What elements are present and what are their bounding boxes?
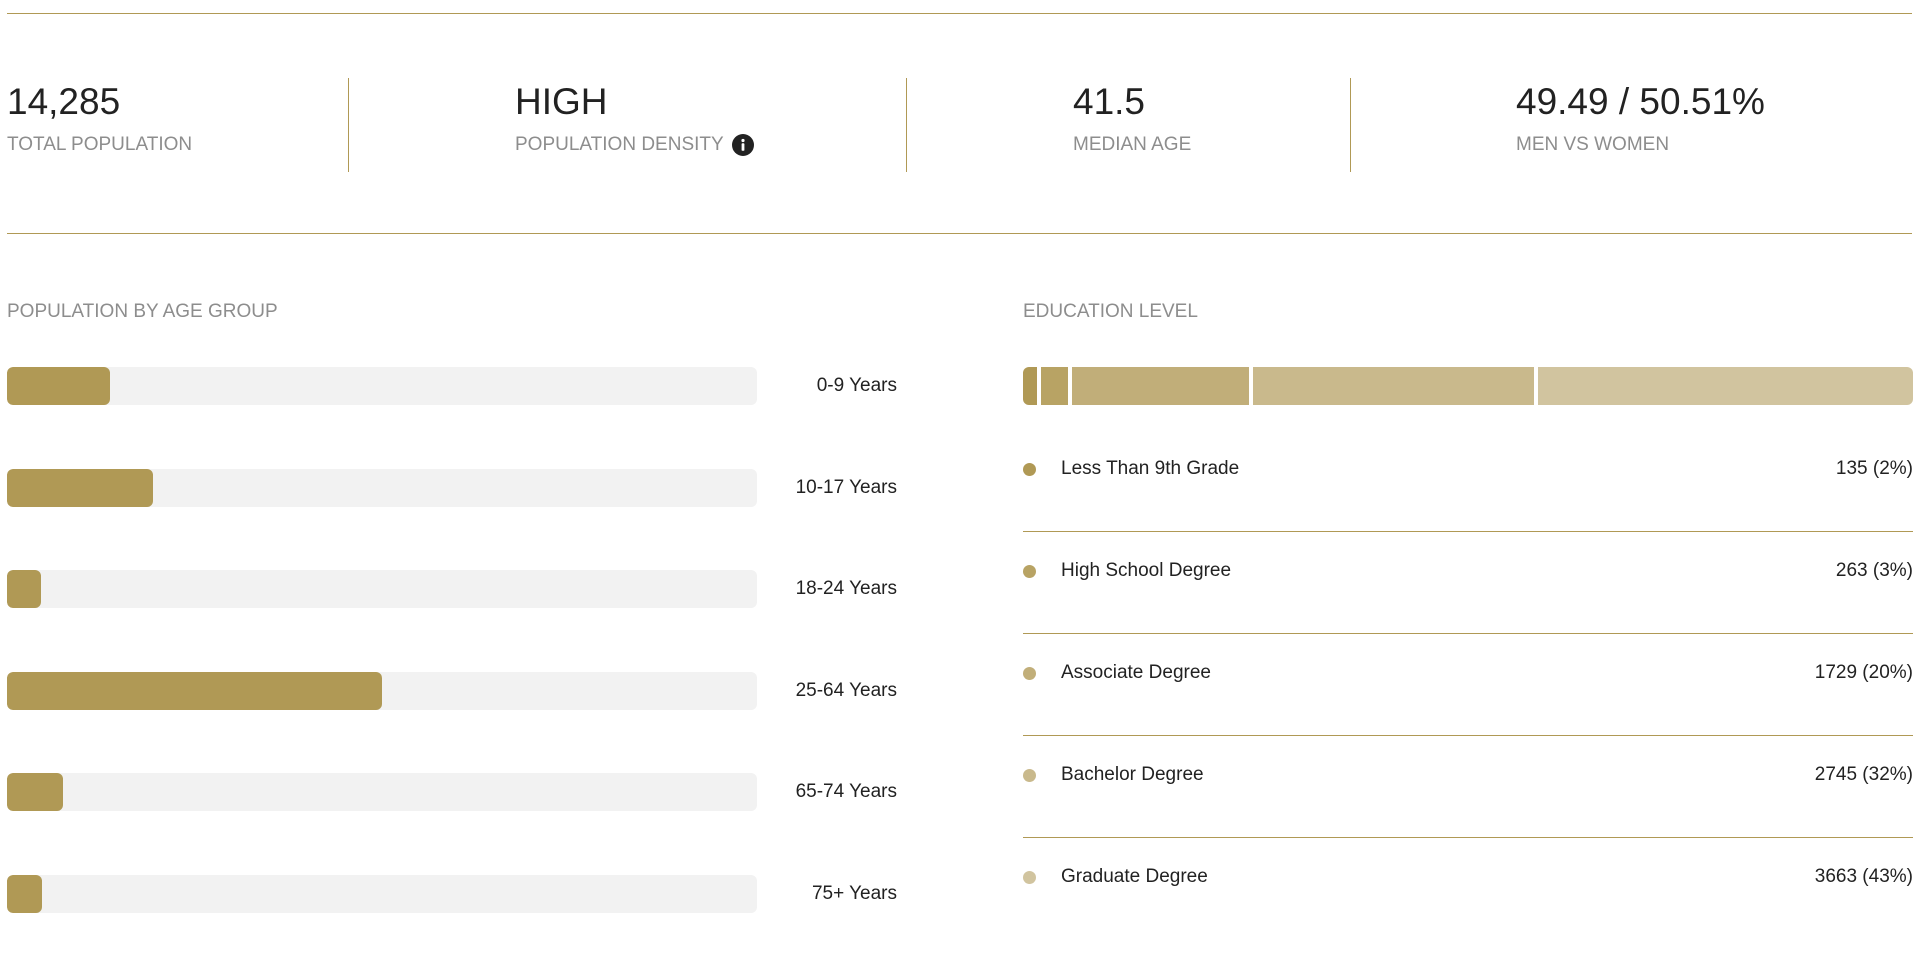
age-section-title: POPULATION BY AGE GROUP — [7, 301, 278, 322]
stat-value: HIGH — [515, 81, 608, 122]
age-bar-fill — [7, 570, 41, 608]
stat-value: 49.49 / 50.51% — [1516, 81, 1765, 122]
legend-dot-icon — [1023, 871, 1036, 884]
education-level-name: Associate Degree — [1061, 662, 1211, 683]
age-group-row: 75+ Years — [7, 875, 897, 915]
stat-men-vs-women: 49.49 / 50.51% MEN VS WOMEN — [1516, 60, 1765, 156]
age-group-row: 25-64 Years — [7, 672, 897, 712]
age-bar-track — [7, 875, 757, 913]
legend-dot-icon — [1023, 667, 1036, 680]
stat-value: 41.5 — [1073, 81, 1146, 122]
age-bar-fill — [7, 773, 63, 811]
education-bar-segment — [1071, 367, 1249, 405]
legend-dot-icon — [1023, 565, 1036, 578]
education-level-value: 3663 (43%) — [1814, 866, 1913, 887]
age-group-label: 65-74 Years — [795, 781, 897, 802]
education-list-item: Bachelor Degree 2745 (32%) — [1023, 736, 1913, 838]
stat-separator — [906, 78, 907, 172]
education-level-value: 1729 (20%) — [1814, 662, 1913, 683]
education-list-item: Associate Degree 1729 (20%) — [1023, 634, 1913, 736]
age-group-row: 18-24 Years — [7, 570, 897, 610]
age-bar-fill — [7, 875, 42, 913]
age-bar-track — [7, 773, 757, 811]
education-list-item: High School Degree 263 (3%) — [1023, 532, 1913, 634]
stat-total-population: 14,285 TOTAL POPULATION — [7, 60, 192, 156]
education-level-value: 135 (2%) — [1835, 458, 1913, 479]
education-level-name: Graduate Degree — [1061, 866, 1208, 887]
stat-label: POPULATION DENSITY — [515, 134, 754, 156]
stat-label: TOTAL POPULATION — [7, 134, 192, 156]
stat-label-text: POPULATION DENSITY — [515, 134, 724, 155]
education-bar-segment — [1040, 367, 1068, 405]
education-bar-segment — [1023, 367, 1037, 405]
age-group-row: 0-9 Years — [7, 367, 897, 407]
stat-label: MEDIAN AGE — [1073, 134, 1191, 156]
stat-median-age: 41.5 MEDIAN AGE — [1073, 60, 1191, 156]
age-bar-fill — [7, 469, 153, 507]
education-level-name: Bachelor Degree — [1061, 764, 1204, 785]
education-level-value: 2745 (32%) — [1814, 764, 1913, 785]
stat-label: MEN VS WOMEN — [1516, 134, 1765, 156]
age-group-label: 0-9 Years — [816, 375, 897, 396]
age-group-row: 10-17 Years — [7, 469, 897, 509]
age-bar-fill — [7, 672, 382, 710]
legend-dot-icon — [1023, 769, 1036, 782]
age-bar-track — [7, 672, 757, 710]
education-level-name: High School Degree — [1061, 560, 1232, 581]
age-group-label: 25-64 Years — [795, 680, 897, 701]
education-list-item: Less Than 9th Grade 135 (2%) — [1023, 430, 1913, 532]
age-bar-track — [7, 570, 757, 608]
education-bar-segment — [1252, 367, 1534, 405]
education-level-value: 263 (3%) — [1835, 560, 1913, 581]
education-legend-list: Less Than 9th Grade 135 (2%) High School… — [1023, 430, 1913, 940]
stat-value: 14,285 — [7, 81, 121, 122]
stat-label-text: MEN VS WOMEN — [1516, 134, 1670, 155]
stat-label-text: TOTAL POPULATION — [7, 134, 193, 155]
education-section-title: EDUCATION LEVEL — [1023, 301, 1198, 322]
age-group-label: 18-24 Years — [795, 578, 897, 599]
education-level-name: Less Than 9th Grade — [1061, 458, 1240, 479]
education-bar-segment — [1537, 367, 1913, 405]
education-stacked-bar — [1023, 367, 1913, 405]
education-list-item: Graduate Degree 3663 (43%) — [1023, 838, 1913, 940]
age-bar-track — [7, 367, 757, 405]
stats-bottom-divider — [7, 233, 1912, 234]
stat-separator — [348, 78, 349, 172]
stat-separator — [1350, 78, 1351, 172]
top-divider — [7, 13, 1912, 14]
age-bar-track — [7, 469, 757, 507]
age-bar-fill — [7, 367, 110, 405]
stat-population-density: HIGH POPULATION DENSITY — [515, 60, 754, 156]
age-group-row: 65-74 Years — [7, 773, 897, 813]
legend-dot-icon — [1023, 463, 1036, 476]
info-icon[interactable] — [731, 134, 754, 156]
age-group-label: 75+ Years — [811, 883, 897, 904]
stat-label-text: MEDIAN AGE — [1073, 134, 1192, 155]
age-group-label: 10-17 Years — [795, 477, 897, 498]
stats-row: 14,285 TOTAL POPULATION HIGH POPULATION … — [0, 60, 1920, 174]
